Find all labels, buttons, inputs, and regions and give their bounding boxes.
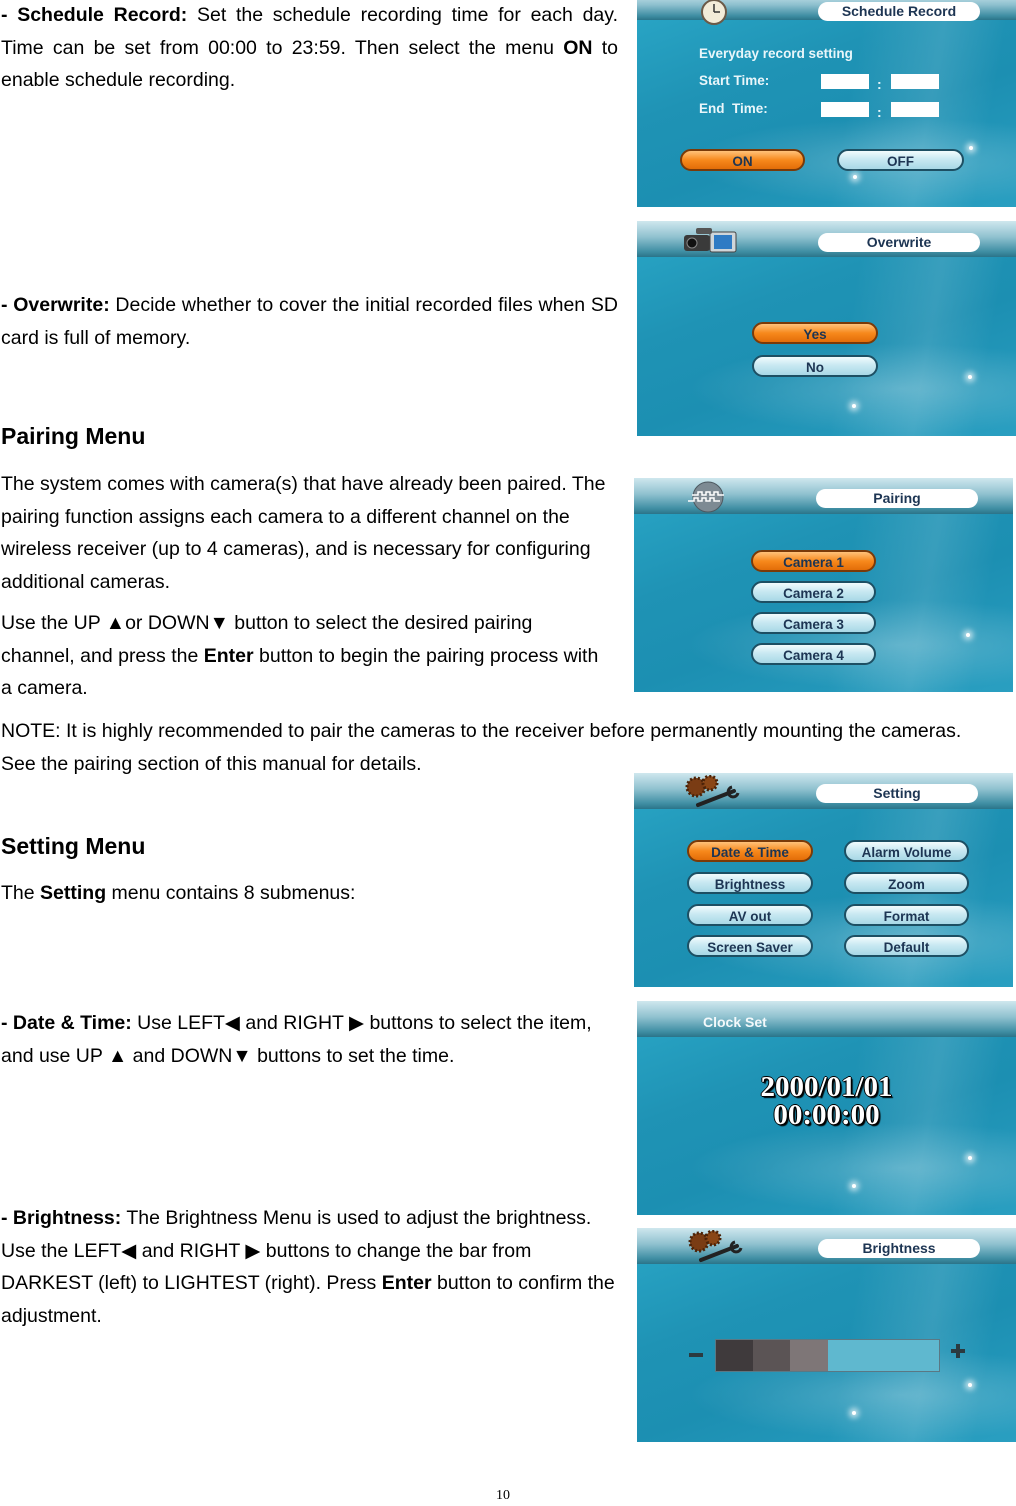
schedule-record-description: - Schedule Record: Set the schedule reco… bbox=[1, 4, 618, 91]
camcorder-icon bbox=[684, 228, 737, 253]
schedule-record-label: - Schedule Record: bbox=[1, 4, 188, 26]
zoom-button[interactable]: Zoom bbox=[844, 872, 969, 894]
brightness-button[interactable]: Brightness bbox=[687, 872, 813, 894]
screen-title: Setting bbox=[816, 784, 978, 803]
end-time-label: End Time: bbox=[699, 101, 768, 116]
camera-4-button[interactable]: Camera 4 bbox=[751, 643, 876, 665]
screen-title: Pairing bbox=[816, 489, 978, 508]
pairing-description: The system comes with camera(s) that hav… bbox=[1, 473, 606, 593]
clock-icon bbox=[701, 0, 727, 25]
clock-set-screen: Clock Set 2000/01/01 00:00:00 bbox=[637, 1001, 1016, 1215]
clock-time-value[interactable]: 00:00:00 bbox=[637, 1099, 1016, 1132]
brightness-screen: Brightness bbox=[637, 1228, 1016, 1442]
av-out-button[interactable]: AV out bbox=[687, 904, 813, 926]
screen-title: Brightness bbox=[818, 1239, 980, 1258]
pairing-note: NOTE: It is highly recommended to pair t… bbox=[1, 720, 962, 775]
brightness-segment-filled bbox=[790, 1340, 828, 1371]
setting-screen: Setting Date & Time Alarm Volume Brightn… bbox=[634, 773, 1013, 987]
screen-glint bbox=[852, 1411, 856, 1415]
end-hour-field[interactable] bbox=[821, 102, 869, 117]
camera-1-button[interactable]: Camera 1 bbox=[751, 550, 876, 572]
screen-glint bbox=[852, 404, 856, 408]
brightness-segment-filled bbox=[716, 1340, 754, 1371]
screen-glint bbox=[968, 375, 972, 379]
yes-button[interactable]: Yes bbox=[752, 322, 878, 344]
gears-wrench-icon bbox=[688, 1230, 743, 1262]
start-time-colon: : bbox=[877, 76, 882, 92]
screen-glint bbox=[968, 1383, 972, 1387]
start-time-label: Start Time: bbox=[699, 73, 770, 88]
date-time-button[interactable]: Date & Time bbox=[687, 840, 813, 862]
pairing-menu-heading: Pairing Menu bbox=[1, 423, 146, 449]
on-button[interactable]: ON bbox=[680, 149, 805, 171]
screen-glint bbox=[968, 1156, 972, 1160]
plus-icon[interactable] bbox=[951, 1344, 965, 1358]
date-time-description: - Date & Time: Use LEFT◀ and RIGHT ▶ but… bbox=[1, 1012, 592, 1067]
gears-wrench-icon bbox=[685, 775, 740, 807]
default-button[interactable]: Default bbox=[844, 935, 969, 957]
screen-title: Overwrite bbox=[818, 233, 980, 252]
screen-glint bbox=[969, 146, 973, 150]
start-hour-field[interactable] bbox=[821, 74, 869, 89]
page-number: 10 bbox=[496, 1488, 510, 1503]
format-button[interactable]: Format bbox=[844, 904, 969, 926]
no-button[interactable]: No bbox=[752, 355, 878, 377]
brightness-segment-empty bbox=[827, 1340, 865, 1371]
brightness-segment-empty bbox=[864, 1340, 902, 1371]
end-minute-field[interactable] bbox=[891, 102, 939, 117]
schedule-record-screen: Schedule Record Everyday record setting … bbox=[637, 0, 1016, 207]
screen-title: Schedule Record bbox=[818, 2, 980, 21]
brightness-segment-empty bbox=[901, 1340, 940, 1371]
brightness-slider[interactable] bbox=[715, 1339, 940, 1372]
screen-glint bbox=[852, 1184, 856, 1188]
everyday-record-setting-label: Everyday record setting bbox=[699, 46, 853, 61]
overwrite-description: - Overwrite: Decide whether to cover the… bbox=[1, 294, 618, 349]
pairing-screen: Pairing Camera 1 Camera 2 Camera 3 Camer… bbox=[634, 478, 1013, 692]
brightness-description: - Brightness: The Brightness Menu is use… bbox=[1, 1207, 615, 1327]
minus-icon[interactable] bbox=[689, 1353, 703, 1357]
brightness-label: - Brightness: bbox=[1, 1207, 122, 1229]
setting-menu-heading: Setting Menu bbox=[1, 833, 146, 859]
brightness-control bbox=[637, 1303, 1016, 1383]
screen-glint bbox=[966, 633, 970, 637]
off-button[interactable]: OFF bbox=[837, 149, 964, 171]
overwrite-label: - Overwrite: bbox=[1, 294, 110, 316]
screen-glint bbox=[853, 175, 857, 179]
pairing-signal-icon bbox=[688, 481, 724, 513]
pairing-instructions: Use the UP ▲or DOWN▼ button to select th… bbox=[1, 612, 599, 699]
overwrite-screen: Overwrite Yes No bbox=[637, 221, 1016, 436]
alarm-volume-button[interactable]: Alarm Volume bbox=[844, 840, 969, 862]
setting-intro: The Setting menu contains 8 submenus: bbox=[1, 882, 356, 904]
screen-header bbox=[637, 1001, 1016, 1037]
camera-2-button[interactable]: Camera 2 bbox=[751, 581, 876, 603]
date-time-label: - Date & Time: bbox=[1, 1012, 132, 1034]
brightness-segment-filled bbox=[753, 1340, 791, 1371]
start-minute-field[interactable] bbox=[891, 74, 939, 89]
camera-3-button[interactable]: Camera 3 bbox=[751, 612, 876, 634]
screen-title: Clock Set bbox=[703, 1014, 767, 1030]
screen-saver-button[interactable]: Screen Saver bbox=[687, 935, 813, 957]
end-time-colon: : bbox=[877, 104, 882, 120]
